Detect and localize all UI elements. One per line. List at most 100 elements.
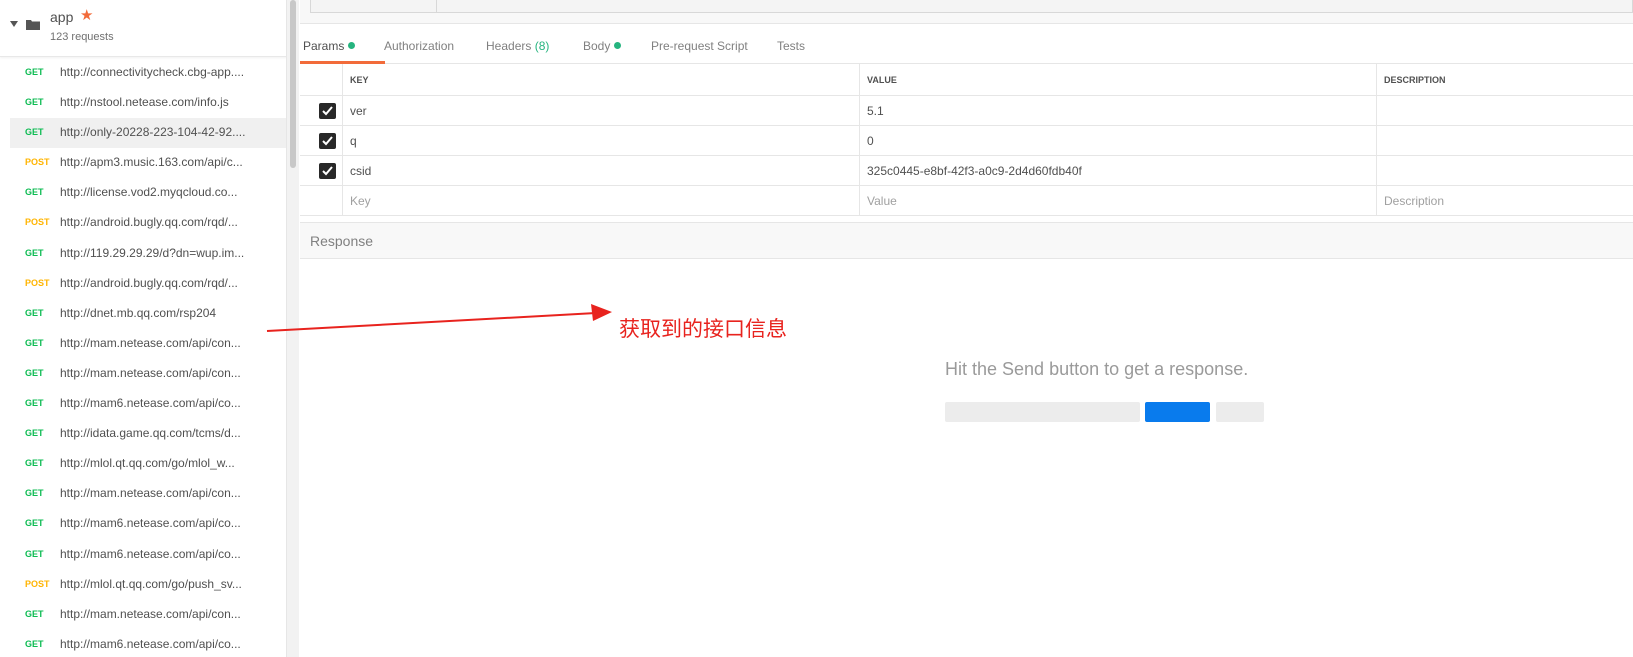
request-url: http://idata.game.qq.com/tcms/d... <box>60 426 241 441</box>
url-input[interactable] <box>310 0 1633 13</box>
request-url: http://android.bugly.qq.com/rqd/... <box>60 275 238 290</box>
request-url: http://mam6.netease.com/api/co... <box>60 516 241 531</box>
request-item[interactable]: POST http://android.bugly.qq.com/rqd/... <box>0 269 286 299</box>
request-item[interactable]: GET http://mam6.netease.com/api/co... <box>0 540 286 570</box>
request-url: http://mam6.netease.com/api/co... <box>60 636 241 651</box>
sidebar: app ★ 123 requests GET http://connectivit… <box>0 0 287 657</box>
tab-authorization[interactable]: Authorization <box>384 39 454 53</box>
request-item[interactable]: GET http://mam.netease.com/api/con... <box>0 600 286 630</box>
param-description[interactable] <box>1376 96 1633 125</box>
check-icon <box>322 136 333 146</box>
request-method: GET <box>25 247 44 258</box>
param-checkbox[interactable] <box>319 133 336 149</box>
param-key[interactable]: csid <box>342 156 859 185</box>
tab-pre-request-script[interactable]: Pre-request Script <box>651 39 748 53</box>
tab-headers[interactable]: Headers (8) <box>486 39 549 53</box>
request-tabs: Params Authorization Headers (8) Body Pr… <box>300 33 1633 64</box>
request-item[interactable]: GET http://119.29.29.29/d?dn=wup.im... <box>0 239 286 269</box>
param-description-input[interactable]: Description <box>1376 186 1633 215</box>
placeholder-bar-small <box>1216 402 1264 422</box>
request-item[interactable]: GET http://only-20228-223-104-42-92.... <box>10 118 286 149</box>
param-key-input[interactable]: Key <box>342 186 859 215</box>
placeholder-send-bar <box>1145 402 1210 422</box>
request-item[interactable]: GET http://idata.game.qq.com/tcms/d... <box>0 419 286 449</box>
tab-tests[interactable]: Tests <box>777 39 805 53</box>
request-method: GET <box>25 488 44 499</box>
param-rows: ver 5.1 q 0 csid 325c0445-e8bf-42f3-a0c9-2d4d… <box>300 96 1633 186</box>
request-url: http://android.bugly.qq.com/rqd/... <box>60 215 238 230</box>
param-description[interactable] <box>1376 156 1633 185</box>
request-item[interactable]: GET http://dnet.mb.qq.com/rsp204 <box>0 299 286 329</box>
response-empty-hint: Hit the Send button to get a response. <box>945 359 1249 379</box>
response-title: Response <box>310 233 374 249</box>
sidebar-scrollbar[interactable] <box>290 0 296 168</box>
param-key[interactable]: ver <box>342 96 859 125</box>
request-list: GET http://connectivitycheck.cbg-app.... G… <box>0 58 286 657</box>
param-check-cell <box>300 96 342 125</box>
request-item[interactable]: GET http://mam6.netease.com/api/co... <box>0 630 286 657</box>
params-indicator-dot <box>348 42 356 49</box>
param-checkbox[interactable] <box>319 103 336 119</box>
request-item[interactable]: GET http://mam.netease.com/api/con... <box>0 359 286 389</box>
caret-down-icon[interactable] <box>10 21 18 27</box>
request-url: http://mam6.netease.com/api/co... <box>60 546 241 561</box>
collection-name: app <box>50 9 74 25</box>
folder-icon <box>26 20 40 30</box>
param-value-input[interactable]: Value <box>859 186 1376 215</box>
request-method: GET <box>25 307 44 318</box>
request-item[interactable]: GET http://connectivitycheck.cbg-app.... <box>0 58 286 88</box>
param-value[interactable]: 0 <box>859 126 1376 155</box>
tab-headers-label: Headers <box>486 39 532 53</box>
request-item[interactable]: GET http://nstool.netease.com/info.js <box>0 88 286 118</box>
request-url: http://mlol.qt.qq.com/go/push_sv... <box>60 576 242 591</box>
collection-header[interactable]: app ★ 123 requests <box>0 0 286 57</box>
request-item[interactable]: POST http://android.bugly.qq.com/rqd/... <box>0 208 286 238</box>
param-description[interactable] <box>1376 126 1633 155</box>
url-bar-area <box>300 0 1633 24</box>
param-key[interactable]: q <box>342 126 859 155</box>
tab-params[interactable]: Params <box>303 39 356 53</box>
request-method: GET <box>25 548 44 559</box>
param-checkbox[interactable] <box>319 163 336 179</box>
request-url: http://license.vod2.myqcloud.co... <box>60 185 238 200</box>
url-divider <box>436 0 437 13</box>
request-editor: Params Authorization Headers (8) Body Pr… <box>300 0 1633 657</box>
request-method: GET <box>25 398 44 409</box>
request-item[interactable]: GET http://mam.netease.com/api/con... <box>0 329 286 359</box>
new-row-check-cell <box>300 186 342 215</box>
request-url: http://119.29.29.29/d?dn=wup.im... <box>60 245 245 260</box>
request-item[interactable]: POST http://apm3.music.163.com/api/c... <box>0 148 286 178</box>
check-icon <box>322 166 333 176</box>
request-item[interactable]: GET http://license.vod2.myqcloud.co... <box>0 178 286 208</box>
param-new-row: Key Value Description <box>300 186 1633 216</box>
request-method: GET <box>25 337 44 348</box>
header-check-cell <box>300 64 342 95</box>
star-icon[interactable]: ★ <box>80 7 93 25</box>
param-row: q0 <box>300 126 1633 156</box>
body-indicator-dot <box>614 42 622 49</box>
request-method: POST <box>25 157 50 168</box>
request-item[interactable]: POST http://mlol.qt.qq.com/go/push_sv... <box>0 570 286 600</box>
request-url: http://mam.netease.com/api/con... <box>60 606 241 621</box>
request-method: POST <box>25 578 50 589</box>
tab-body-label: Body <box>583 39 611 53</box>
request-method: POST <box>25 277 50 288</box>
tab-body[interactable]: Body <box>583 39 622 53</box>
request-url: http://mam.netease.com/api/con... <box>60 486 241 501</box>
params-header-row: KEY VALUE DESCRIPTION <box>300 64 1633 96</box>
request-method: GET <box>25 127 44 138</box>
request-item[interactable]: GET http://mam6.netease.com/api/co... <box>0 509 286 539</box>
collection-request-count: 123 requests <box>50 31 114 43</box>
param-value[interactable]: 5.1 <box>859 96 1376 125</box>
params-table: KEY VALUE DESCRIPTION ver 5.1 q 0 csid 325c04… <box>300 64 1633 216</box>
request-url: http://mam6.netease.com/api/co... <box>60 396 241 411</box>
headers-count: (8) <box>534 39 550 53</box>
param-check-cell <box>300 156 342 185</box>
request-item[interactable]: GET http://mam.netease.com/api/con... <box>0 479 286 509</box>
request-item[interactable]: GET http://mam6.netease.com/api/co... <box>0 389 286 419</box>
param-row: csid 325c0445-e8bf-42f3-a0c9-2d4d60fdb40f <box>300 156 1633 186</box>
request-url: http://nstool.netease.com/info.js <box>60 95 229 110</box>
tab-params-label: Params <box>303 39 345 53</box>
param-value[interactable]: 325c0445-e8bf-42f3-a0c9-2d4d60fdb40f <box>859 156 1376 185</box>
request-item[interactable]: GET http://mlol.qt.qq.com/go/mlol_w... <box>0 449 286 479</box>
